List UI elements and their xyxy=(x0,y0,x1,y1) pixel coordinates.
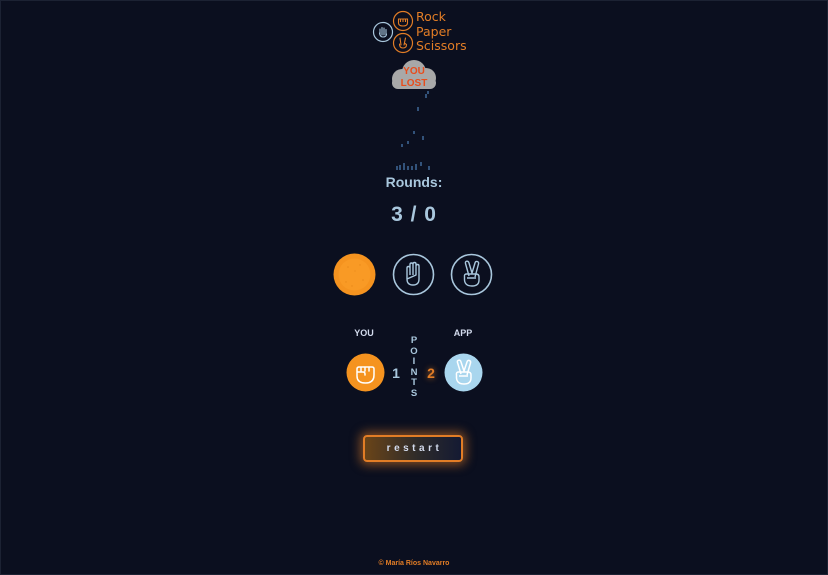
result-cloud: YOU LOST xyxy=(388,59,440,93)
app-hand xyxy=(444,353,483,392)
points-vertical-label: P O I N T S xyxy=(406,335,422,399)
result-line-2: LOST xyxy=(400,78,428,89)
points-letter: I xyxy=(412,356,416,367)
rock-choice-button[interactable] xyxy=(333,253,376,296)
paper-choice-button[interactable] xyxy=(392,253,435,296)
you-points: 1 xyxy=(392,365,400,381)
rounds-label: Rounds: xyxy=(385,174,443,190)
scissors-icon xyxy=(450,253,493,296)
restart-button[interactable]: restart xyxy=(363,435,463,462)
rock-hand-icon xyxy=(346,353,385,392)
paper-logo-icon xyxy=(372,21,394,43)
you-hand xyxy=(346,353,385,392)
rounds-value: 3 / 0 xyxy=(391,203,437,226)
footer-credit: © María Ríos Navarro xyxy=(378,560,450,567)
result-line-1: YOU xyxy=(403,66,425,77)
scissors-choice-button[interactable] xyxy=(450,253,493,296)
scissors-hand-icon xyxy=(444,353,483,392)
rock-icon xyxy=(333,253,376,296)
paper-icon xyxy=(392,253,435,296)
app-points: 2 xyxy=(427,365,435,381)
scissors-logo-icon xyxy=(392,32,414,54)
rock-logo-icon xyxy=(392,10,414,32)
rain-drops xyxy=(396,91,430,170)
points-letter: S xyxy=(410,387,418,399)
logo-word-scissors: Scissors xyxy=(416,38,467,53)
points-letter: P xyxy=(410,335,418,346)
logo: Rock Paper Scissors xyxy=(372,9,467,56)
logo-word-rock: Rock xyxy=(416,9,446,24)
points-letter: T xyxy=(411,377,417,388)
you-label: YOU xyxy=(354,328,374,338)
logo-word-paper: Paper xyxy=(416,23,452,39)
app-label: APP xyxy=(453,328,473,338)
